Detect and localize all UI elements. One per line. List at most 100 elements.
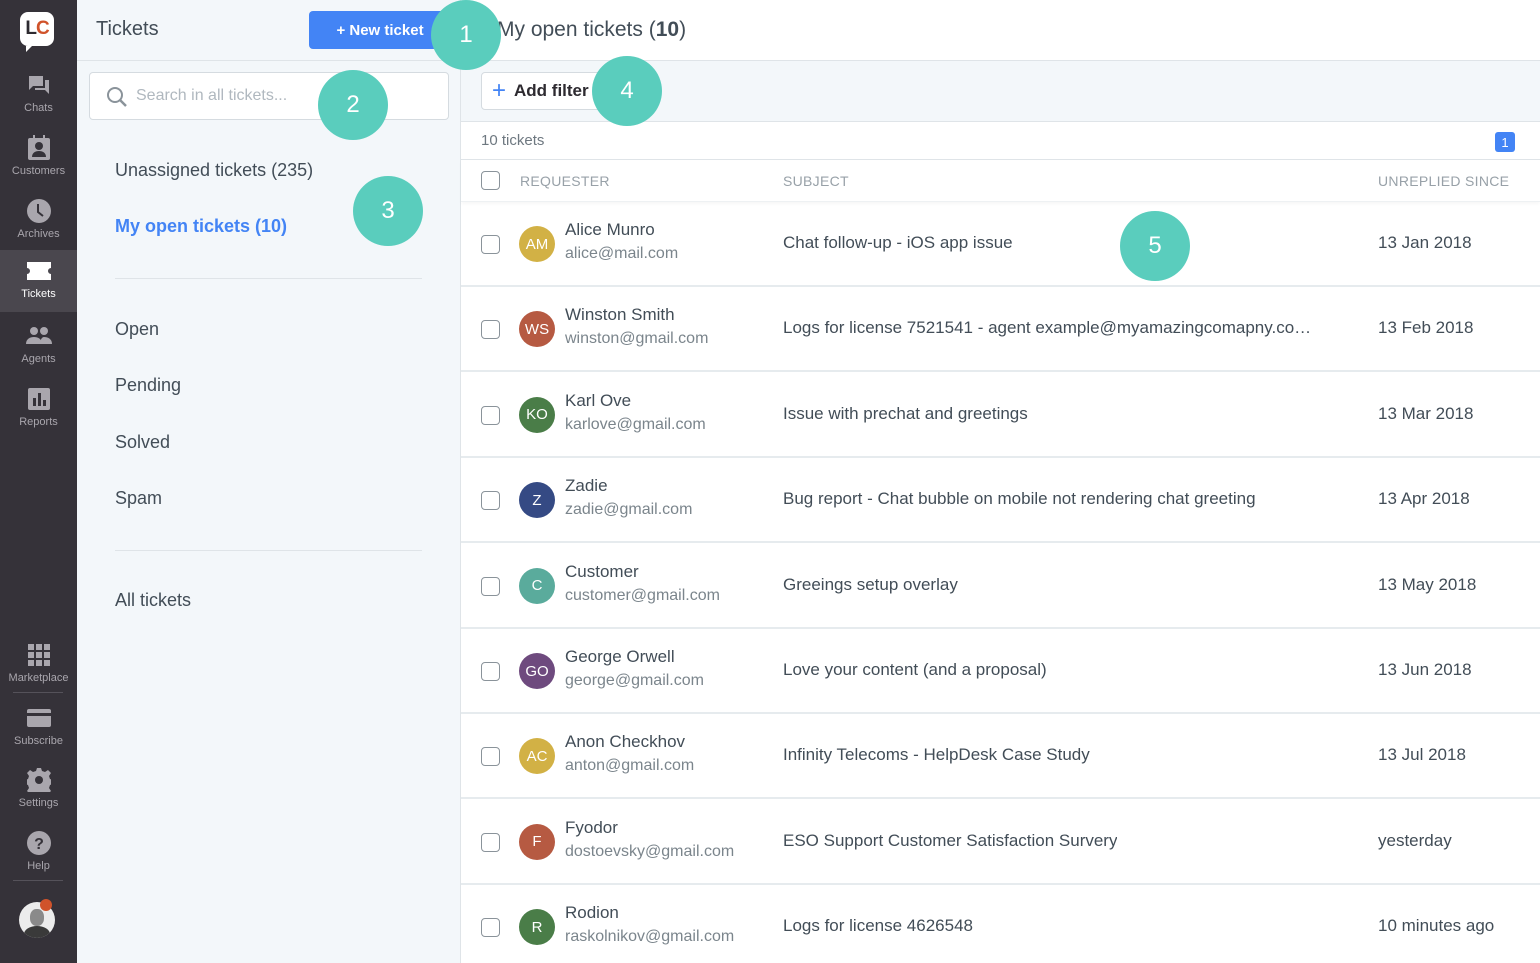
requester-name: George Orwell [565, 647, 675, 666]
status-pending[interactable]: Pending [115, 375, 181, 396]
ticket-subject[interactable]: ESO Support Customer Satisfaction Surver… [783, 831, 1117, 851]
requester-avatar: WS [519, 311, 555, 348]
ticket-row[interactable]: R Rodion raskolnikov@gmail.com Logs for lic… [461, 885, 1540, 963]
row-checkbox[interactable] [481, 235, 500, 254]
requester-name: Customer [565, 561, 639, 581]
nav-item-help[interactable]: ? Help [0, 822, 77, 884]
search-icon [106, 86, 128, 113]
settings-icon [26, 767, 52, 793]
ticket-row[interactable]: WS Winston Smith winston@gmail.com Logs for… [461, 287, 1540, 373]
select-all-checkbox[interactable] [481, 171, 500, 190]
requester-avatar: Z [519, 482, 555, 519]
marketplace-icon [26, 642, 52, 668]
nav-item-customers[interactable]: Customers [0, 127, 77, 189]
svg-text:?: ? [34, 836, 44, 853]
status-solved[interactable]: Solved [115, 432, 170, 453]
requester-name: Zadie [565, 476, 608, 496]
nav-item-archives[interactable]: Archives [0, 190, 77, 252]
ticket-subject[interactable]: Infinity Telecoms - HelpDesk Case Study [783, 745, 1090, 765]
ticket-subject[interactable]: Bug report - Chat bubble on mobile not r… [783, 489, 1256, 509]
ticket-row[interactable]: Z Zadie zadie@gmail.com Bug report - Chat b… [461, 458, 1540, 544]
ticket-subject[interactable]: Issue with prechat and greetings [783, 404, 1028, 424]
view-unassigned-tickets[interactable]: Unassigned tickets (235) [115, 160, 313, 181]
page-number[interactable]: 1 [1495, 132, 1515, 152]
ticket-subject[interactable]: Chat follow-up - iOS app issue [783, 233, 1013, 253]
page-title: My open tickets (10) [497, 18, 687, 41]
ticket-subject[interactable]: Logs for license 7521541 - agent example… [783, 318, 1318, 338]
requester-email: raskolnikov@gmail.com [565, 928, 735, 946]
nav-item-reports[interactable]: Reports [0, 378, 77, 440]
table-header: REQUESTER SUBJECT UNREPLIED SINCE [461, 160, 1540, 202]
row-checkbox[interactable] [481, 576, 500, 596]
row-checkbox[interactable] [481, 491, 500, 511]
column-unreplied-since[interactable]: UNREPLIED SINCE [1378, 173, 1509, 189]
search-input[interactable] [136, 73, 436, 119]
requester-name: Anon Checkhov [565, 732, 686, 752]
ticket-subject[interactable]: Love your content (and a proposal) [783, 660, 1047, 680]
ticket-subject[interactable]: Logs for license 4626548 [783, 916, 973, 936]
requester-email: george@gmail.com [565, 672, 704, 689]
chats-icon [26, 72, 52, 98]
requester-name: Karl Ove [565, 390, 632, 410]
nav-item-subscribe[interactable]: Subscribe [0, 697, 77, 759]
callout-marker-4: 4 [592, 56, 662, 126]
ticket-row[interactable]: AC Anon Checkhov anton@gmail.com Infinity T… [461, 714, 1540, 800]
nav-item-agents[interactable]: Agents [0, 315, 77, 377]
tickets-sidebar: Tickets + New ticket Unassigned tickets … [77, 0, 461, 963]
ticket-row[interactable]: F Fyodor dostoevsky@gmail.com ESO Support C… [461, 800, 1540, 885]
requester-email: customer@gmail.com [565, 586, 720, 604]
unreplied-since: 10 minutes ago [1378, 916, 1495, 936]
view-my-open-tickets[interactable]: My open tickets (10) [115, 216, 287, 237]
nav-item-chats[interactable]: Chats [0, 64, 77, 126]
unreplied-since: 13 Mar 2018 [1378, 403, 1474, 423]
status-open[interactable]: Open [115, 319, 159, 340]
sidebar-divider [115, 278, 422, 279]
requester-avatar: F [519, 823, 555, 860]
all-tickets-link[interactable]: All tickets [115, 590, 191, 611]
subscribe-icon [26, 705, 52, 731]
app-nav: LC Chats Customers Archives Tickets Agen… [0, 0, 77, 963]
archives-icon [26, 198, 52, 224]
requester-avatar: C [519, 567, 555, 604]
requester-email: dostoevsky@gmail.com [565, 842, 735, 860]
ticket-count: 10 tickets [481, 132, 545, 149]
status-spam[interactable]: Spam [115, 488, 162, 509]
requester-email: alice@mail.com [565, 245, 679, 262]
sidebar-header: Tickets + New ticket [77, 0, 461, 61]
sidebar-divider [115, 550, 422, 551]
ticket-subject[interactable]: Greeings setup overlay [783, 575, 958, 595]
requester-name: Alice Munro [565, 220, 655, 239]
row-checkbox[interactable] [481, 662, 500, 681]
ticket-row[interactable]: C Customer customer@gmail.com Greeings setu… [461, 544, 1540, 629]
sidebar-title: Tickets [96, 18, 159, 40]
unreplied-since: 13 Apr 2018 [1378, 489, 1470, 509]
row-checkbox[interactable] [481, 747, 500, 767]
search-box[interactable] [89, 72, 449, 120]
ticket-row[interactable]: AM Alice Munro alice@mail.com Chat follow-u… [461, 202, 1540, 287]
row-checkbox[interactable] [481, 918, 500, 938]
row-checkbox[interactable] [481, 320, 500, 340]
unreplied-since: 13 Jun 2018 [1378, 660, 1472, 679]
livechat-logo[interactable]: LC [20, 12, 54, 52]
requester-email: zadie@gmail.com [565, 501, 693, 519]
column-subject[interactable]: SUBJECT [783, 173, 849, 189]
nav-item-marketplace[interactable]: Marketplace [0, 634, 77, 696]
column-requester[interactable]: REQUESTER [520, 173, 610, 189]
unreplied-since: 13 Jan 2018 [1378, 233, 1472, 252]
row-checkbox[interactable] [481, 832, 500, 852]
requester-email: karlove@gmail.com [565, 415, 706, 433]
callout-marker-3: 3 [353, 176, 423, 246]
ticket-row[interactable]: GO George Orwell george@gmail.com Love your… [461, 629, 1540, 714]
row-checkbox[interactable] [481, 405, 500, 425]
unreplied-since: 13 Feb 2018 [1378, 318, 1474, 338]
nav-divider [13, 692, 63, 693]
nav-divider [13, 880, 63, 881]
callout-marker-2: 2 [318, 70, 388, 140]
requester-avatar: GO [519, 653, 555, 689]
notification-dot [40, 899, 52, 911]
nav-item-tickets[interactable]: Tickets [0, 250, 77, 312]
requester-name: Winston Smith [565, 305, 675, 325]
callout-marker-1: 1 [431, 0, 501, 70]
nav-item-settings[interactable]: Settings [0, 759, 77, 821]
ticket-row[interactable]: KO Karl Ove karlove@gmail.com Issue with pr… [461, 373, 1540, 458]
